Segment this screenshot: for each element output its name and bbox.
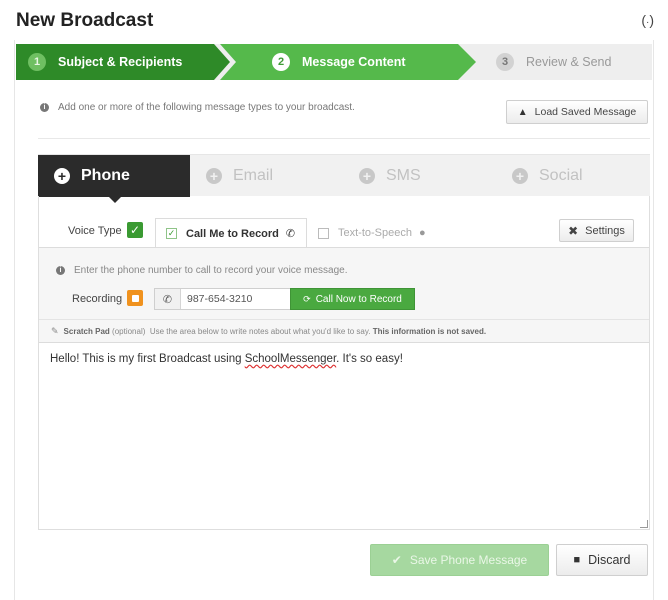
save-phone-message-button[interactable]: ✔ Save Phone Message <box>370 544 549 576</box>
scratch-pad-warning: This information is not saved. <box>372 326 487 336</box>
plus-circle-icon: + <box>206 168 222 184</box>
tab-email[interactable]: + Email <box>190 155 343 197</box>
discard-button[interactable]: ■ Discard <box>556 544 648 576</box>
scratch-pad-header: ✎ Scratch Pad (optional) Use the area be… <box>39 319 649 343</box>
text-to-speech-checkbox[interactable] <box>318 227 329 239</box>
plus-circle-icon: + <box>54 168 70 184</box>
step-number: 2 <box>272 53 290 71</box>
phone-number-input[interactable]: ✆ 987-654-3210 <box>154 288 291 310</box>
recording-status-icon <box>127 290 143 306</box>
info-message: i Add one or more of the following messa… <box>40 102 355 113</box>
voice-type-label: Voice Type <box>68 225 122 237</box>
message-type-tabs: + Phone + Email + SMS + Social <box>38 154 650 197</box>
call-now-to-record-button[interactable]: ⟳ Call Now to Record <box>290 288 415 310</box>
wizard-steps: 1 Subject & Recipients 2 Message Content… <box>16 44 652 80</box>
step-number: 1 <box>28 53 46 71</box>
tab-sms[interactable]: + SMS <box>343 155 496 197</box>
tab-label: Email <box>233 167 274 184</box>
tab-label: Phone <box>81 167 130 184</box>
discard-label: Discard <box>588 553 631 567</box>
step-number: 3 <box>496 53 514 71</box>
scratch-pad-textarea[interactable] <box>39 343 649 529</box>
trash-icon: ■ <box>573 554 581 566</box>
text-to-speech-label: Text-to-Speech <box>338 227 412 239</box>
call-me-label: Call Me to Record <box>186 227 279 240</box>
recording-label: Recording <box>72 293 123 305</box>
tab-social[interactable]: + Social <box>496 155 650 197</box>
step-subject-recipients[interactable]: 1 Subject & Recipients <box>16 44 230 80</box>
tools-icon: ✖ <box>568 223 579 238</box>
call-me-checkbox[interactable]: ✓ <box>166 228 177 239</box>
step-message-content[interactable]: 2 Message Content <box>220 44 476 80</box>
plus-circle-icon: + <box>359 168 375 184</box>
plus-circle-icon: + <box>512 168 528 184</box>
step-label: Subject & Recipients <box>58 55 183 69</box>
phone-icon: ✆ <box>155 289 181 309</box>
settings-label: Settings <box>585 224 625 237</box>
tab-call-me-to-record[interactable]: ✓ Call Me to Record ✆ <box>155 218 307 248</box>
scratch-pad-description: Use the area below to write notes about … <box>149 326 371 336</box>
cloud-upload-icon: ▲ <box>517 106 528 118</box>
scratch-pad-optional: (optional) <box>112 326 146 336</box>
settings-button[interactable]: ✖ Settings <box>559 219 634 242</box>
info-icon: i <box>56 266 65 275</box>
voice-type-check-icon: ✓ <box>127 222 143 238</box>
broadcast-antenna-icon: (·) <box>641 12 654 28</box>
load-saved-message-label: Load Saved Message <box>534 106 637 118</box>
textarea-resize-handle[interactable] <box>640 520 648 528</box>
info-text: Add one or more of the following message… <box>58 102 355 113</box>
phone-call-icon: ✆ <box>285 228 296 240</box>
recording-hint: i Enter the phone number to call to reco… <box>56 265 347 276</box>
tab-label: Social <box>539 167 583 184</box>
phone-number-value: 987-654-3210 <box>187 293 253 305</box>
speech-bubble-icon: ● <box>418 227 426 239</box>
save-label: Save Phone Message <box>409 553 528 567</box>
call-icon: ⟳ <box>303 293 311 304</box>
load-saved-message-button[interactable]: ▲ Load Saved Message <box>506 100 648 124</box>
pencil-icon: ✎ <box>51 325 59 336</box>
tab-phone[interactable]: + Phone <box>38 155 190 197</box>
recording-hint-text: Enter the phone number to call to record… <box>74 265 348 276</box>
divider <box>38 138 650 139</box>
step-label: Review & Send <box>526 55 612 69</box>
info-icon: i <box>40 103 49 112</box>
tab-text-to-speech[interactable]: Text-to-Speech ● <box>318 218 426 248</box>
step-label: Message Content <box>302 55 406 69</box>
tab-label: SMS <box>386 167 421 184</box>
page-title: New Broadcast <box>16 10 154 31</box>
checkmark-icon: ✔ <box>391 553 402 567</box>
call-now-label: Call Now to Record <box>315 293 402 305</box>
scratch-pad-title: Scratch Pad <box>63 326 110 336</box>
step-review-send[interactable]: 3 Review & Send <box>464 44 652 80</box>
